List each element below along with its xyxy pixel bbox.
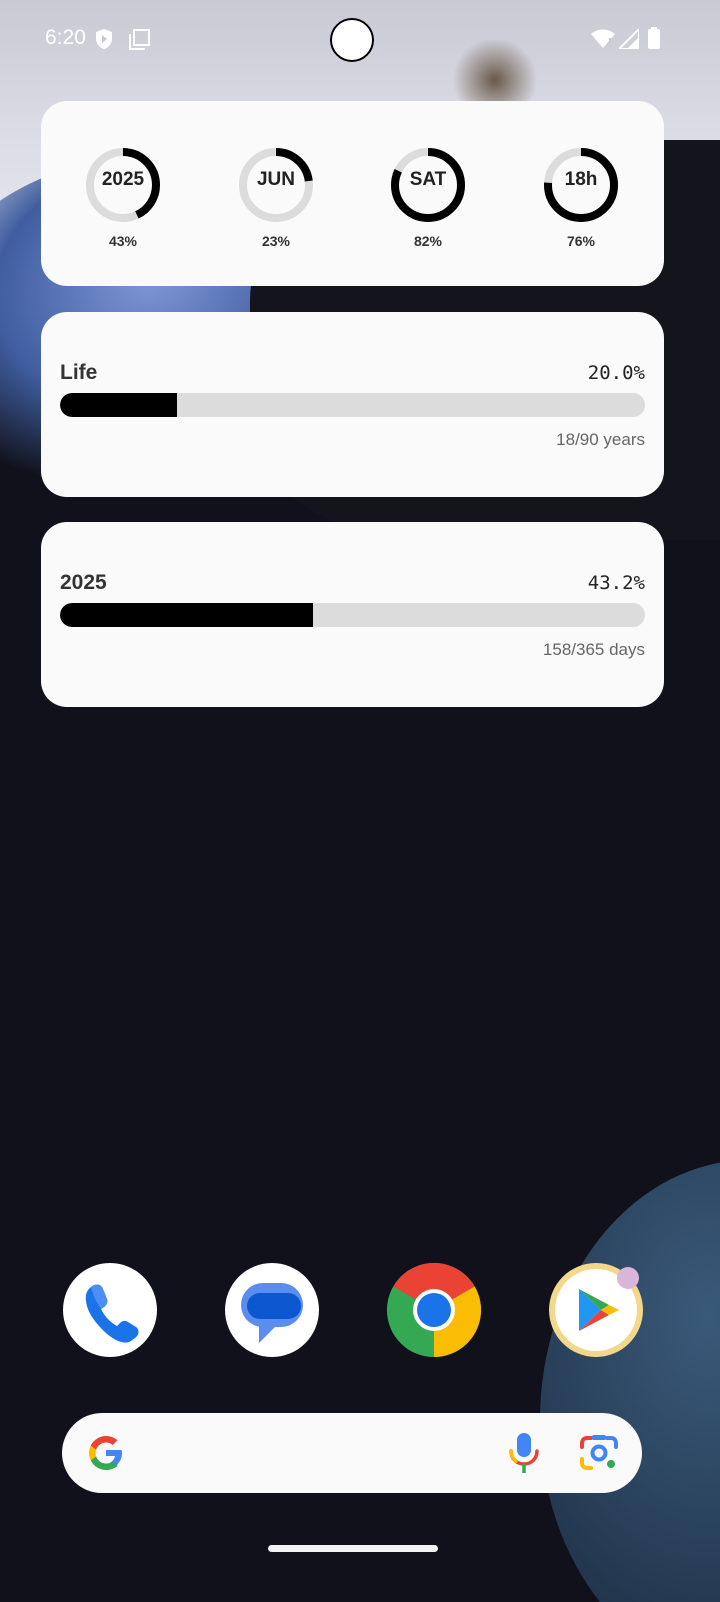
life-progress-fill — [60, 393, 177, 417]
ring-month-percent: 23% — [261, 233, 291, 249]
lens-icon[interactable] — [578, 1433, 620, 1478]
status-bar: 6:20 — [0, 0, 720, 80]
life-subtitle: 18/90 years — [556, 430, 645, 449]
life-percent: 20.0% — [587, 362, 645, 384]
ring-month[interactable]: JUN 23% — [236, 145, 316, 249]
play-store-app-icon[interactable] — [549, 1263, 643, 1357]
ring-day-label: 18h — [564, 169, 598, 190]
screenshot-icon — [129, 29, 150, 55]
ring-day-percent: 76% — [566, 233, 596, 249]
year-progress-widget[interactable]: 2025 43.2% 158/365 days — [41, 522, 664, 707]
year-title: 2025 — [60, 571, 107, 594]
chrome-app-icon[interactable] — [387, 1263, 481, 1357]
signal-icon — [616, 26, 640, 54]
front-camera — [330, 18, 374, 62]
rings-widget[interactable]: 2025 43% JUN 23% SAT 82% 18h 76% — [41, 101, 664, 286]
ring-year-percent: 43% — [108, 233, 138, 249]
ring-week-percent: 82% — [413, 233, 443, 249]
phone-app-icon[interactable] — [63, 1263, 157, 1357]
battery-icon — [648, 27, 660, 54]
ring-week-label: SAT — [409, 169, 447, 190]
ring-year-label: 2025 — [101, 169, 145, 190]
google-search-bar[interactable] — [62, 1413, 642, 1493]
google-logo-icon — [86, 1433, 126, 1478]
notification-dot — [617, 1267, 639, 1289]
year-progress-fill — [60, 603, 313, 627]
gesture-home-bar[interactable] — [268, 1545, 438, 1552]
ring-week[interactable]: SAT 82% — [388, 145, 468, 249]
messages-icon — [241, 1283, 303, 1343]
year-percent: 43.2% — [587, 572, 645, 594]
life-progress-widget[interactable]: Life 20.0% 18/90 years — [41, 312, 664, 497]
year-subtitle: 158/365 days — [542, 640, 645, 659]
chrome-icon — [387, 1263, 481, 1357]
microphone-icon[interactable] — [506, 1431, 542, 1480]
life-title: Life — [60, 361, 98, 384]
phone-icon — [85, 1284, 139, 1343]
shield-play-icon — [95, 28, 113, 55]
ring-year[interactable]: 2025 43% — [83, 145, 163, 249]
ring-day[interactable]: 18h 76% — [541, 145, 621, 249]
messages-app-icon[interactable] — [225, 1263, 319, 1357]
wifi-icon — [591, 29, 615, 54]
ring-month-label: JUN — [256, 169, 295, 190]
life-progress-track — [60, 393, 645, 417]
year-progress-track — [60, 603, 645, 627]
status-time: 6:20 — [45, 26, 86, 49]
